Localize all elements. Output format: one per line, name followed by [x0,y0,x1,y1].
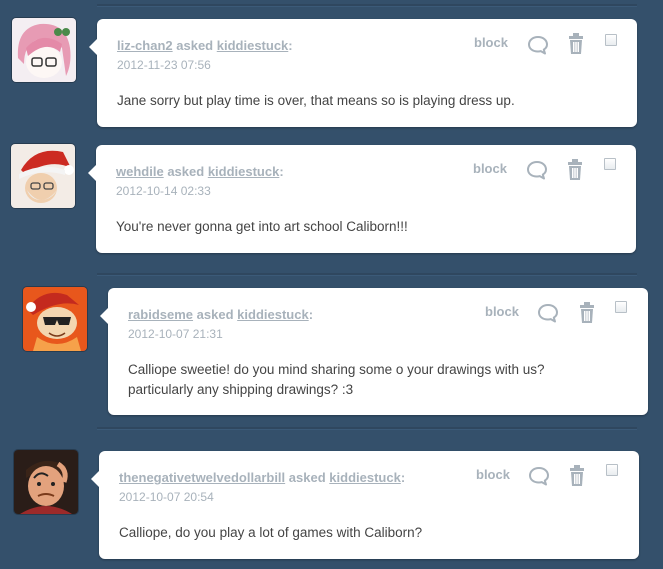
colon: : [308,307,314,322]
recipient-link[interactable]: kiddiestuck [217,38,289,53]
recipient-link[interactable]: kiddiestuck [329,470,401,485]
block-button[interactable]: block [485,304,519,319]
orange-sunglasses-character-avatar-icon[interactable] [23,287,87,351]
ask-card: thenegativetwelvedollarbill asked kiddie… [91,451,639,559]
asker-link[interactable]: rabidseme [128,307,193,322]
block-button[interactable]: block [474,35,508,50]
recipient-link[interactable]: kiddiestuck [237,307,309,322]
reply-bubble-icon[interactable] [528,466,550,486]
post-divider [97,4,637,6]
ask-date: 2012-11-23 07:56 [117,58,211,72]
colon: : [288,38,293,53]
ask-question: Calliope, do you play a lot of games wit… [119,525,423,540]
question-line: Calliope sweetie! do you mind sharing so… [128,362,545,377]
ask-date: 2012-10-07 21:31 [128,327,223,341]
reply-bubble-icon[interactable] [537,303,559,323]
ask-question: Calliope sweetie! do you mind sharing so… [128,360,544,400]
ask-card: liz-chan2 asked kiddiestuck: 2012-11-23 … [89,19,637,127]
asker-link[interactable]: thenegativetwelvedollarbill [119,470,285,485]
asked-word: asked [196,307,234,322]
asker-link[interactable]: wehdile [116,164,164,179]
asker-line: liz-chan2 asked kiddiestuck: [117,38,293,53]
select-checkbox[interactable] [605,34,617,46]
trash-icon[interactable] [566,159,584,181]
asker-line: wehdile asked kiddiestuck: [116,164,284,179]
ask-question: Jane sorry but play time is over, that m… [117,93,515,108]
question-line: particularly any shipping drawings? :3 [128,382,354,397]
card-pointer [89,39,97,55]
reply-bubble-icon[interactable] [527,35,549,55]
post-divider [97,273,637,275]
select-checkbox[interactable] [615,301,627,313]
asker-line: thenegativetwelvedollarbill asked kiddie… [119,470,405,485]
ask-question: You're never gonna get into art school C… [116,219,408,234]
trash-icon[interactable] [568,465,586,487]
post-divider [97,427,637,429]
block-button[interactable]: block [473,161,507,176]
ask-date: 2012-10-07 20:54 [119,490,214,504]
select-checkbox[interactable] [606,464,618,476]
asked-word: asked [288,470,326,485]
ask-card: rabidseme asked kiddiestuck: 2012-10-07 … [100,288,648,415]
ask-card: wehdile asked kiddiestuck: 2012-10-14 02… [88,145,636,253]
block-button[interactable]: block [476,467,510,482]
colon: : [400,470,406,485]
cartoon-man-avatar-icon[interactable] [14,450,78,514]
trash-icon[interactable] [578,302,596,324]
asked-word: asked [167,164,205,179]
asked-word: asked [176,38,214,53]
santa-hat-character-avatar-icon[interactable] [11,144,75,208]
colon: : [279,164,284,179]
pink-hair-anime-avatar-icon[interactable] [12,18,76,82]
select-checkbox[interactable] [604,158,616,170]
card-pointer [100,308,108,324]
trash-icon[interactable] [567,33,585,55]
ask-date: 2012-10-14 02:33 [116,184,211,198]
card-pointer [91,471,99,487]
card-pointer [88,165,96,181]
asker-link[interactable]: liz-chan2 [117,38,173,53]
asker-line: rabidseme asked kiddiestuck: [128,307,313,322]
reply-bubble-icon[interactable] [526,160,548,180]
recipient-link[interactable]: kiddiestuck [208,164,280,179]
